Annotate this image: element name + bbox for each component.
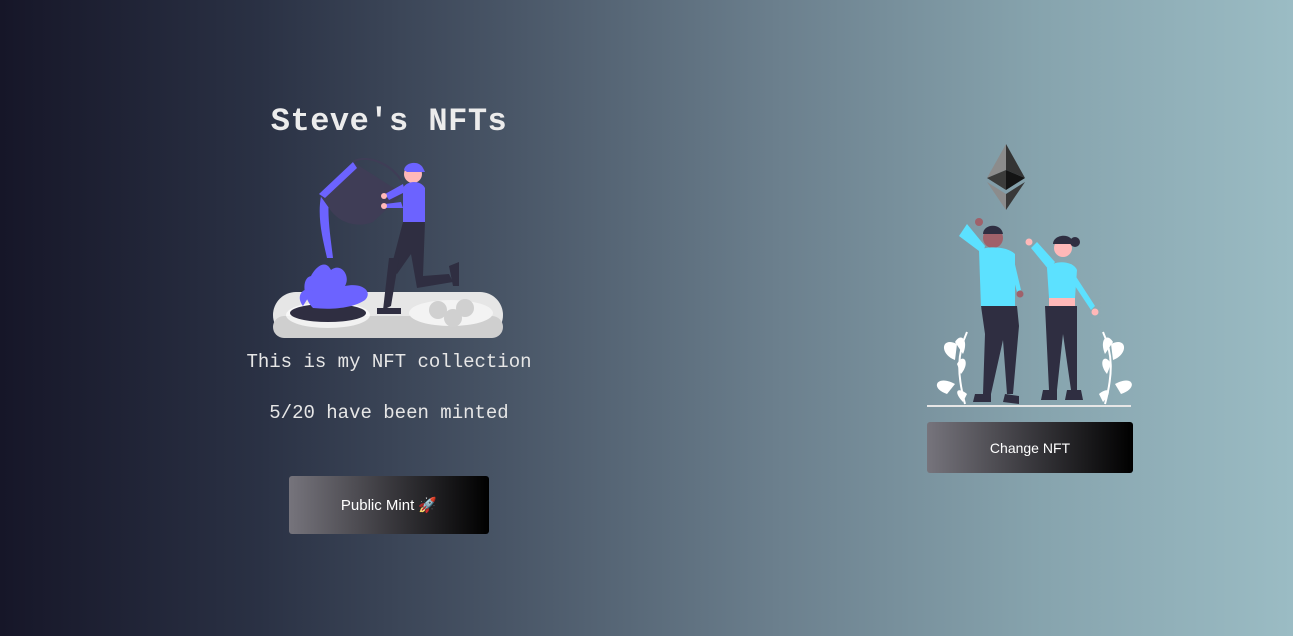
public-mint-button[interactable]: Public Mint 🚀 <box>289 476 489 534</box>
mint-status: 5/20 have been minted <box>269 402 509 424</box>
celebration-illustration <box>927 218 1132 407</box>
change-nft-button[interactable]: Change NFT <box>927 422 1133 473</box>
nft-preview-panel: Change NFT <box>927 144 1133 473</box>
page: { "header": { "title": "Steve's NFTs" },… <box>0 0 1293 636</box>
collection-description: This is my NFT collection <box>246 351 532 373</box>
paint-pour-illustration <box>273 158 503 338</box>
page-title: Steve's NFTs <box>270 103 508 140</box>
mint-panel: Steve's NFTs This is my NFT collection 5… <box>238 96 540 534</box>
ethereum-logo-icon <box>987 144 1025 210</box>
